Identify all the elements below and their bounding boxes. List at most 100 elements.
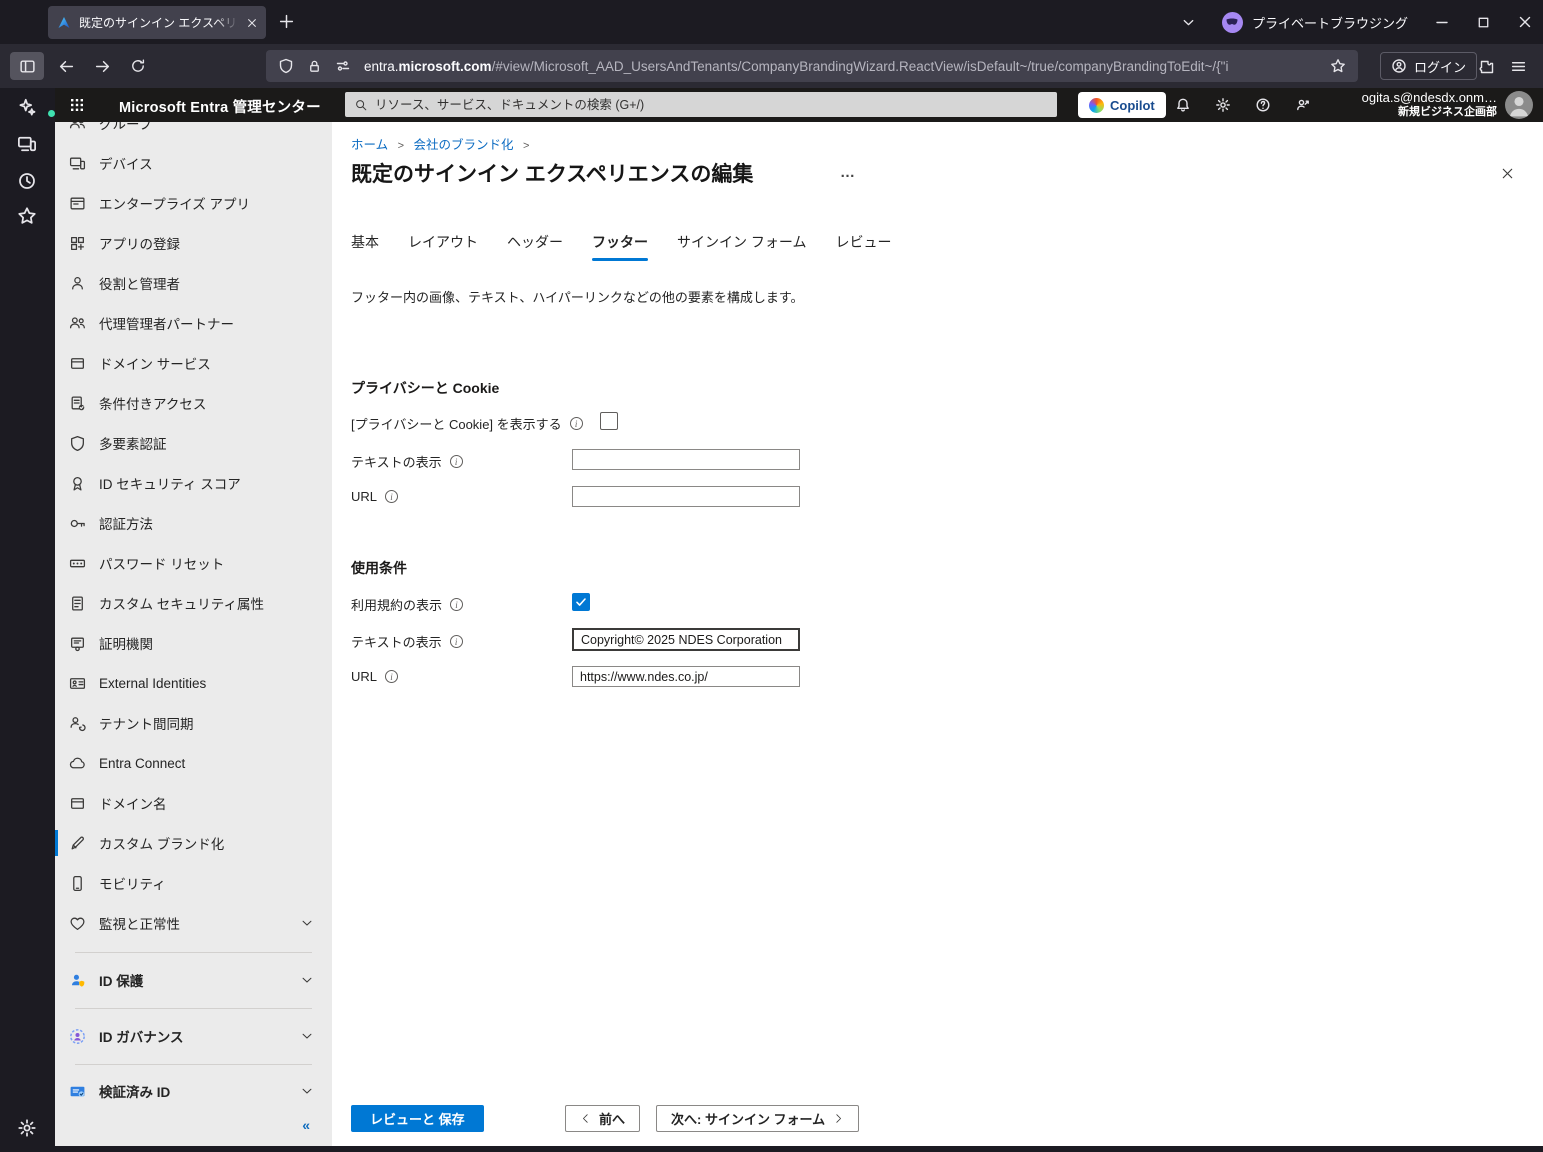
breadcrumb-separator: > bbox=[523, 140, 530, 152]
terms-url-input[interactable] bbox=[572, 666, 800, 687]
search-input[interactable] bbox=[375, 97, 1048, 112]
settings-gear-icon[interactable] bbox=[17, 1118, 37, 1138]
close-window-button[interactable] bbox=[1517, 14, 1533, 30]
privacy-url-label: URL bbox=[351, 489, 378, 504]
settings-gear-icon-header[interactable] bbox=[1215, 97, 1231, 113]
private-browsing-badge: プライベートブラウジング bbox=[1221, 11, 1408, 33]
sidebar-item-delegated-partners[interactable]: 代理管理者パートナー bbox=[55, 303, 332, 343]
sidebar-item-domain-services[interactable]: ドメイン サービス bbox=[55, 343, 332, 383]
sidebar-item-verified-id[interactable]: 検証済み ID bbox=[55, 1071, 332, 1111]
sidebar-item-mfa[interactable]: 多要素認証 bbox=[55, 423, 332, 463]
sidebar-item-certificate-authorities[interactable]: 証明機関 bbox=[55, 623, 332, 663]
permissions-icon[interactable] bbox=[335, 58, 351, 74]
feedback-icon[interactable] bbox=[1295, 97, 1311, 113]
terms-section-heading: 使用条件 bbox=[351, 560, 407, 576]
tab-header[interactable]: ヘッダー bbox=[507, 232, 563, 261]
global-search[interactable] bbox=[345, 92, 1057, 117]
sidebar-item-roles-admins[interactable]: 役割と管理者 bbox=[55, 263, 332, 303]
terms-text-input[interactable] bbox=[572, 628, 800, 651]
app-title[interactable]: Microsoft Entra 管理センター bbox=[119, 96, 321, 117]
info-icon[interactable]: i bbox=[385, 490, 399, 503]
terms-text-row: テキストの表示 i bbox=[351, 632, 463, 651]
maximize-button[interactable] bbox=[1476, 15, 1491, 30]
avatar[interactable] bbox=[1505, 91, 1533, 119]
back-button[interactable] bbox=[58, 58, 75, 75]
sidebar-item-external-identities[interactable]: External Identities bbox=[55, 663, 332, 703]
browser-tab[interactable]: 既定のサインイン エクスペリエンスの bbox=[48, 6, 266, 39]
info-icon[interactable]: i bbox=[569, 417, 583, 430]
minimize-button[interactable] bbox=[1434, 14, 1450, 30]
next-signin-form-button[interactable]: 次へ: サインイン フォーム bbox=[656, 1105, 860, 1132]
sidebar-item-custom-security-attributes[interactable]: カスタム セキュリティ属性 bbox=[55, 583, 332, 623]
tab-layout[interactable]: レイアウト bbox=[408, 232, 478, 261]
sidebar-item-auth-methods[interactable]: 認証方法 bbox=[55, 503, 332, 543]
privacy-text-input[interactable] bbox=[572, 449, 800, 470]
new-tab-button[interactable] bbox=[278, 13, 295, 30]
menu-hamburger-icon[interactable] bbox=[1510, 58, 1527, 75]
entra-sidebar: グループ デバイス エンタープライズ アプリ アプリの登録 役割と管理者 代理管… bbox=[55, 122, 332, 1146]
forward-button[interactable] bbox=[94, 58, 111, 75]
url-bar[interactable]: entra.microsoft.com/#view/Microsoft_AAD_… bbox=[266, 50, 1358, 82]
synced-tabs-icon[interactable] bbox=[17, 134, 37, 154]
tab-footer[interactable]: フッター bbox=[592, 232, 648, 261]
terms-show-checkbox[interactable] bbox=[572, 593, 590, 611]
info-icon[interactable]: i bbox=[385, 670, 399, 683]
sidebar-item-conditional-access[interactable]: 条件付きアクセス bbox=[55, 383, 332, 423]
info-icon[interactable]: i bbox=[450, 598, 464, 611]
sidebar-item-id-protection[interactable]: ID 保護 bbox=[55, 960, 332, 1000]
terms-show-label: 利用規約の表示 bbox=[351, 598, 443, 613]
sidebar-item-devices[interactable]: デバイス bbox=[55, 143, 332, 183]
sidebar-collapse-button[interactable]: « bbox=[302, 1117, 310, 1133]
help-icon[interactable] bbox=[1255, 97, 1271, 113]
privacy-url-input[interactable] bbox=[572, 486, 800, 507]
sidebar-item-id-governance[interactable]: ID ガバナンス bbox=[55, 1016, 332, 1056]
terms-show-row: 利用規約の表示 i bbox=[351, 595, 464, 614]
tab-close-icon[interactable] bbox=[246, 17, 258, 29]
list-tabs-chevron-icon[interactable] bbox=[1181, 15, 1196, 30]
firefox-sidebar-strip bbox=[0, 88, 55, 1152]
tracking-protection-shield-icon[interactable] bbox=[278, 58, 294, 74]
tab-review[interactable]: レビュー bbox=[835, 232, 891, 261]
close-page-icon[interactable] bbox=[1500, 166, 1515, 181]
copilot-logo-icon bbox=[1089, 97, 1104, 113]
ai-chatbot-icon[interactable] bbox=[17, 96, 55, 117]
reload-button[interactable] bbox=[130, 58, 146, 74]
sidebar-item-domain-names[interactable]: ドメイン名 bbox=[55, 783, 332, 823]
sidebar-item-monitoring-health[interactable]: 監視と正常性 bbox=[55, 903, 332, 943]
account-info[interactable]: ogita.s@ndesdx.onm… 新規ビジネス企画部 bbox=[1362, 90, 1497, 120]
privacy-show-checkbox[interactable] bbox=[600, 412, 618, 430]
bookmark-star-icon[interactable] bbox=[1330, 58, 1346, 74]
sidebar-item-id-secure-score[interactable]: ID セキュリティ スコア bbox=[55, 463, 332, 503]
copilot-button[interactable]: Copilot bbox=[1078, 92, 1166, 118]
tab-basics[interactable]: 基本 bbox=[351, 232, 379, 261]
sidebar-item-enterprise-apps[interactable]: エンタープライズ アプリ bbox=[55, 183, 332, 223]
privacy-text-row: テキストの表示 i bbox=[351, 452, 463, 471]
sidebar-item-password-reset[interactable]: パスワード リセット bbox=[55, 543, 332, 583]
window-bottom-edge bbox=[0, 1146, 1543, 1152]
extensions-puzzle-icon[interactable] bbox=[1478, 58, 1494, 74]
bookmarks-star-icon[interactable] bbox=[17, 206, 37, 226]
review-save-button[interactable]: レビューと 保存 bbox=[351, 1105, 484, 1132]
chevron-down-icon bbox=[300, 1029, 314, 1043]
history-clock-icon[interactable] bbox=[17, 171, 37, 191]
breadcrumb-home-link[interactable]: ホーム bbox=[351, 138, 388, 152]
sidebar-item-entra-connect[interactable]: Entra Connect bbox=[55, 743, 332, 783]
browser-window: 既定のサインイン エクスペリエンスの プライベートブラウジング entra.mi… bbox=[0, 0, 1543, 1152]
breadcrumb-branding-link[interactable]: 会社のブランド化 bbox=[414, 138, 514, 152]
browser-titlebar: 既定のサインイン エクスペリエンスの プライベートブラウジング bbox=[0, 0, 1543, 44]
sidebar-toggle-button[interactable] bbox=[10, 52, 44, 80]
sidebar-item-cross-tenant-sync[interactable]: テナント間同期 bbox=[55, 703, 332, 743]
sidebar-item-custom-branding[interactable]: カスタム ブランド化 bbox=[55, 823, 332, 863]
connection-lock-icon[interactable] bbox=[307, 59, 322, 74]
more-options-icon[interactable]: … bbox=[840, 164, 856, 181]
login-button[interactable]: ログイン bbox=[1380, 52, 1478, 80]
info-icon[interactable]: i bbox=[449, 455, 463, 468]
tab-signin-form[interactable]: サインイン フォーム bbox=[677, 232, 806, 261]
previous-button[interactable]: 前へ bbox=[565, 1105, 641, 1132]
waffle-menu-icon[interactable] bbox=[69, 97, 85, 113]
notifications-bell-icon[interactable] bbox=[1175, 97, 1191, 113]
info-icon[interactable]: i bbox=[449, 635, 463, 648]
sidebar-item-mobility[interactable]: モビリティ bbox=[55, 863, 332, 903]
sidebar-item-groups[interactable]: グループ bbox=[55, 122, 332, 143]
sidebar-item-app-registrations[interactable]: アプリの登録 bbox=[55, 223, 332, 263]
